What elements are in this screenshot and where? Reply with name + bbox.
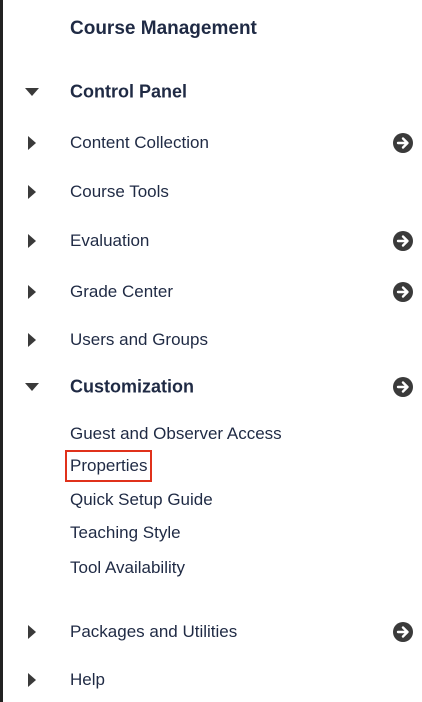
course-management-panel: Course Management Control Panel Content …	[0, 0, 422, 702]
triangle-right-icon[interactable]	[25, 136, 39, 150]
panel-title: Course Management	[70, 18, 257, 39]
circle-arrow-right-icon[interactable]	[392, 376, 414, 398]
triangle-right-icon[interactable]	[25, 185, 39, 199]
triangle-down-icon[interactable]	[25, 85, 39, 99]
customization-label: Customization	[70, 376, 194, 397]
triangle-right-icon[interactable]	[25, 625, 39, 639]
triangle-right-icon[interactable]	[25, 234, 39, 248]
circle-arrow-right-icon[interactable]	[392, 132, 414, 154]
circle-arrow-right-icon[interactable]	[392, 281, 414, 303]
menu-item-label: Users and Groups	[70, 330, 208, 349]
subitem-guest-and-observer-access[interactable]: Guest and Observer Access	[70, 423, 282, 445]
control-panel-label: Control Panel	[70, 81, 188, 102]
circle-arrow-right-icon[interactable]	[392, 621, 414, 643]
menu-item-label: Packages and Utilities	[70, 622, 238, 641]
menu-item-label: Evaluation	[70, 231, 150, 250]
customization-header[interactable]: Customization	[0, 367, 422, 407]
circle-arrow-right-icon[interactable]	[392, 230, 414, 252]
triangle-right-icon[interactable]	[25, 333, 39, 347]
triangle-down-icon[interactable]	[25, 380, 39, 394]
menu-item-users-and-groups[interactable]: Users and Groups	[0, 320, 422, 360]
menu-item-label: Content Collection	[70, 133, 209, 152]
menu-item-course-tools[interactable]: Course Tools	[0, 172, 422, 212]
subitem-properties[interactable]: Properties	[64, 450, 153, 482]
menu-item-grade-center[interactable]: Grade Center	[0, 272, 422, 312]
subitem-quick-setup-guide[interactable]: Quick Setup Guide	[70, 489, 213, 511]
menu-item-evaluation[interactable]: Evaluation	[0, 221, 422, 261]
menu-item-help[interactable]: Help	[0, 660, 422, 700]
menu-item-label: Help	[70, 670, 105, 689]
menu-item-packages-and-utilities[interactable]: Packages and Utilities	[0, 612, 422, 652]
control-panel-header[interactable]: Control Panel	[0, 72, 422, 112]
subitem-teaching-style[interactable]: Teaching Style	[70, 522, 181, 544]
menu-item-label: Course Tools	[70, 182, 169, 201]
menu-item-label: Grade Center	[70, 282, 173, 301]
subitem-tool-availability[interactable]: Tool Availability	[70, 557, 185, 579]
triangle-right-icon[interactable]	[25, 673, 39, 687]
triangle-right-icon[interactable]	[25, 285, 39, 299]
menu-item-content-collection[interactable]: Content Collection	[0, 123, 422, 163]
